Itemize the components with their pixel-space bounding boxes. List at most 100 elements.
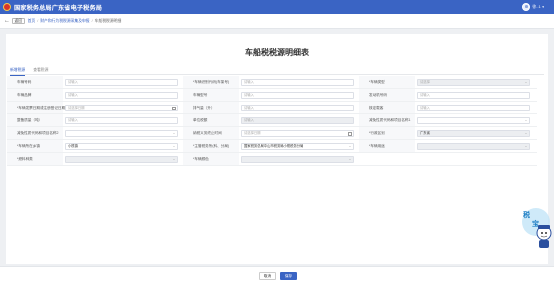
field-label: 整备质量（吨） (7, 114, 63, 127)
select-field: 请选择 ⌄ (417, 79, 530, 86)
select-field[interactable]: ⌄ (417, 117, 530, 125)
input-field[interactable]: 请输入 (241, 79, 354, 86)
field-label: *车辆类型 (359, 76, 415, 88)
chevron-down-icon: ▾ (542, 5, 544, 9)
field-label: 车辆号码 (7, 76, 63, 88)
chevron-down-icon: ⌄ (172, 131, 176, 136)
field-label: *主管税务所(科、分局) (183, 139, 239, 152)
field-label: *燃料种类 (7, 152, 63, 165)
input-field[interactable]: 请输入 (241, 91, 354, 99)
field-value: 请输入 (68, 92, 78, 97)
select-field: ⌄ (65, 155, 178, 163)
field-value: 请输入 (244, 105, 254, 110)
select-field: ⌄ (241, 155, 354, 163)
form-row: 车辆品牌 请输入 车辆型号 请输入 发动机号码 请输入 (7, 88, 537, 102)
chevron-down-icon: ⌄ (348, 143, 352, 148)
input-field[interactable]: 请输入 (417, 104, 530, 112)
field-cell: 请输入 (239, 114, 359, 126)
user-name: 徐..1 (532, 4, 541, 9)
svg-text:宝: 宝 (532, 219, 539, 228)
arrow-left-icon[interactable]: ← (4, 18, 10, 24)
form-row: 车辆号码 请输入 *车辆识别代码(车架号) 请输入 *车辆类型 请选择 ⌄ (7, 76, 537, 89)
field-label: 车辆型号 (183, 88, 239, 101)
field-label: *车辆所在乡镇 (7, 139, 63, 152)
site-title: 国家税务总局广东省电子税务局 (14, 4, 103, 12)
breadcrumb-home[interactable]: 首页 (28, 19, 36, 24)
field-value: 请输入 (244, 80, 254, 84)
field-label: 减免性质代码和项目名称2 (7, 127, 63, 139)
field-label: 纳税义务终止时间 (183, 127, 239, 139)
input-field[interactable]: 请输入 (65, 91, 178, 99)
field-cell: ⌄ (415, 114, 535, 126)
field-cell: ⌄ (415, 140, 535, 152)
date-field[interactable]: 请选择日期 (241, 130, 354, 137)
tab-divider (10, 74, 544, 75)
field-value: 国家税务总局中山市税务局小榄税务分局 (244, 143, 304, 148)
field-cell: 请输入 (239, 76, 359, 88)
field-cell: ⌄ (239, 153, 359, 165)
breadcrumb-separator: / (37, 19, 39, 23)
breadcrumb-bar: ← 返回 首页 / 财产和行为税税源采集及申报 / 车船税税源明细 (0, 14, 554, 29)
field-label: *车辆颜色 (183, 152, 239, 165)
select-field[interactable]: 国家税务总局中山市税务局小榄税务分局 ⌄ (241, 142, 354, 150)
field-cell: 请选择日期 (239, 127, 359, 139)
input-field: 请输入 (241, 117, 354, 125)
field-label: *车辆用途 (359, 139, 415, 152)
field-cell: 请输入 (415, 89, 535, 101)
chevron-down-icon: ⌄ (348, 156, 352, 161)
field-cell: 请输入 (63, 114, 183, 126)
chevron-down-icon: ⌄ (172, 156, 176, 161)
field-value: 请选择日期 (244, 131, 261, 136)
chevron-down-icon: ⌄ (524, 143, 528, 148)
chevron-down-icon: ⌄ (524, 80, 528, 84)
assistant-mascot-icon[interactable]: 税 宝 (514, 205, 554, 250)
field-value: 请输入 (420, 92, 430, 97)
footer-bar: 取消 保存 (0, 266, 554, 285)
field-cell: 请输入 (239, 89, 359, 101)
chevron-down-icon: ⌄ (524, 131, 528, 136)
user-menu[interactable]: 徐..1 ▾ (522, 3, 544, 11)
save-button[interactable]: 保存 (280, 271, 297, 280)
field-label: 单位税额 (183, 114, 239, 127)
field-value: 请输入 (68, 80, 78, 84)
field-label: *行政区划 (359, 127, 415, 139)
field-cell: 请选择日期 (63, 102, 183, 114)
form-row: 整备质量（吨） 请输入 单位税额 请输入 减免性质代码和项目名称1 ⌄ (7, 114, 537, 128)
calendar-icon (347, 132, 352, 136)
date-field[interactable]: 请选择日期 (65, 104, 178, 112)
field-cell: 小榄镇 ⌄ (63, 140, 183, 152)
select-field[interactable]: 小榄镇 ⌄ (65, 142, 178, 150)
field-cell: 请选择 ⌄ (415, 76, 535, 88)
back-button[interactable]: 返回 (12, 18, 25, 24)
input-field[interactable]: 请输入 (65, 117, 178, 125)
select-field: 广东省 ⌄ (417, 130, 530, 137)
tax-emblem-icon (3, 3, 11, 11)
chevron-down-icon: ⌄ (172, 143, 176, 148)
field-label: 车辆品牌 (7, 88, 63, 101)
field-value: 小榄镇 (68, 143, 78, 148)
input-field[interactable]: 请输入 (65, 79, 178, 86)
form-row: 减免性质代码和项目名称2 ⌄ 纳税义务终止时间 请选择日期 *行政区划 广东省 ⌄ (7, 127, 537, 140)
field-label: *车辆发票日期或注册登记日期 (7, 101, 65, 114)
calendar-icon (171, 106, 176, 110)
field-value: 请输入 (244, 118, 254, 123)
field-label: 核定载客 (359, 101, 415, 114)
input-field[interactable]: 请输入 (241, 104, 354, 112)
field-value: 广东省 (420, 131, 430, 136)
top-header: 国家税务总局广东省电子税务局 徐..1 ▾ (0, 0, 554, 14)
input-field[interactable]: 请输入 (417, 91, 530, 99)
field-cell: ⌄ (63, 153, 183, 165)
field-label: 发动机号码 (359, 88, 415, 101)
field-cell: 广东省 ⌄ (415, 127, 535, 139)
form-row: *燃料种类 ⌄ *车辆颜色 ⌄ (7, 152, 537, 166)
field-value: 请输入 (420, 105, 430, 110)
select-field[interactable]: ⌄ (65, 130, 178, 137)
breadcrumb-tax-collection[interactable]: 财产和行为税税源采集及申报 (40, 19, 89, 24)
field-value: 请输入 (244, 92, 254, 97)
field-cell: 国家税务总局中山市税务局小榄税务分局 ⌄ (239, 140, 359, 152)
svg-text:税: 税 (523, 210, 530, 219)
field-cell: 请输入 (239, 102, 359, 114)
field-value: 请选择 (420, 80, 430, 84)
field-label: 排气量（升） (183, 101, 239, 114)
cancel-button[interactable]: 取消 (259, 271, 276, 280)
